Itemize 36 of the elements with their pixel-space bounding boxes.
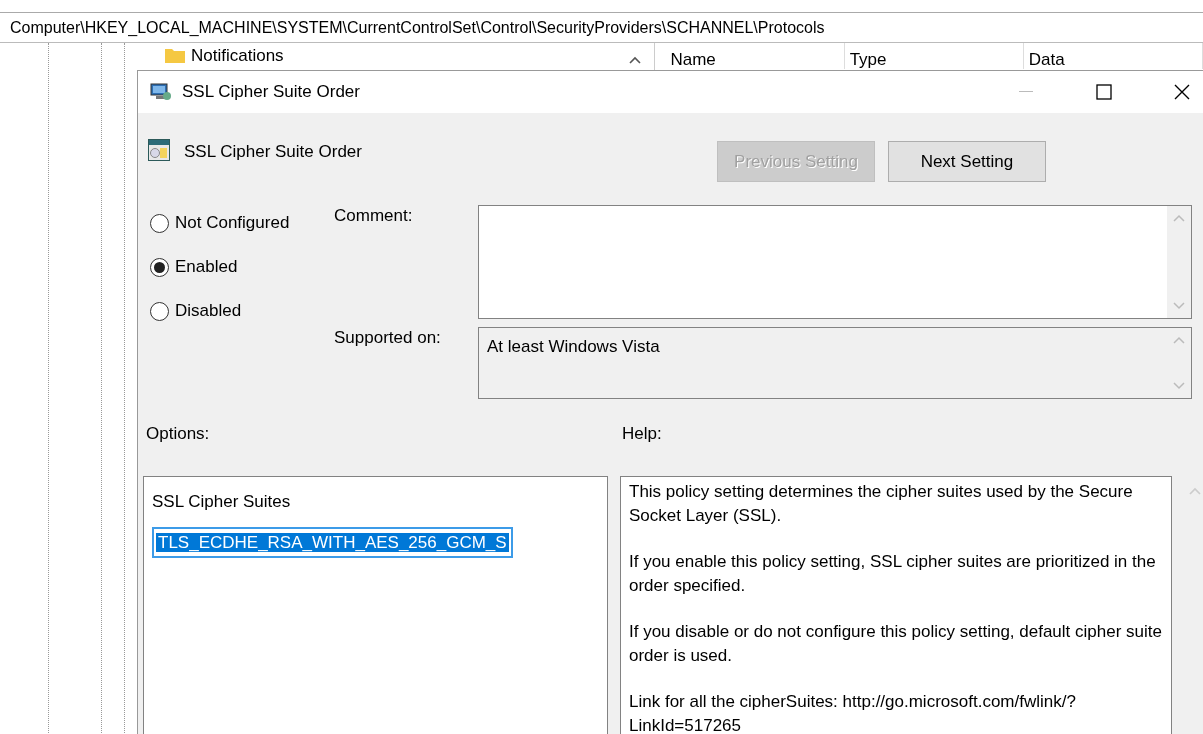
maximize-icon [1096,84,1112,100]
policy-setting-icon [148,139,170,161]
computer-icon [150,82,172,102]
help-paragraph: Link for all the cipherSuites: http://go.microsoft.com/fwlink/?LinkId=517265 [629,691,1077,734]
radio-button[interactable] [150,301,169,321]
help-paragraph: If you disable or do not configure this policy setting, default cipher suite order is used. [629,621,1163,667]
window-title: SSL Cipher Suite Order [182,81,361,104]
scroll-up-icon[interactable] [628,55,643,65]
supported-on-label: Supported on: [334,327,442,349]
radio-label[interactable]: Not Configured [175,210,290,236]
folder-icon [165,47,185,63]
supported-on-text: At least Windows Vista [486,336,661,358]
radio-label[interactable]: Disabled [175,298,242,324]
comment-scrollbar[interactable] [1167,206,1191,318]
radio-button[interactable] [150,213,169,233]
help-paragraph: If you enable this policy setting, SSL cipher suites are prioritized in the order specified. [629,551,1157,597]
radio-button[interactable] [150,257,169,277]
address-bar[interactable]: Computer\HKEY_LOCAL_MACHINE\SYSTEM\CurrentControlSet\Control\SecurityProviders\SCHANNEL\Protocols [0,13,1203,43]
options-label: Options: [146,423,211,445]
help-label: Help: [622,423,662,445]
column-header[interactable]: Data [1023,43,1203,69]
cipher-suite-field[interactable]: TLS_ECDHE_RSA_WITH_AES_256_GCM_S [152,526,513,558]
radio-label[interactable]: Enabled [175,254,238,280]
comment-field[interactable] [478,205,1192,319]
tree-item[interactable]: Notifications [191,47,284,65]
comment-label: Comment: [334,205,414,227]
scroll-down-icon[interactable] [1173,382,1185,390]
column-header[interactable]: Type [844,43,1024,69]
help-paragraph: This policy setting determines the cipher suites used by the Secure Socket Layer (SSL). [629,481,1134,527]
next-setting-button[interactable]: Next Setting [887,141,1046,182]
scroll-down-icon[interactable] [1173,302,1185,310]
column-header[interactable]: Name [665,43,845,69]
minimize-icon [1019,91,1033,93]
close-icon [1174,84,1190,100]
setting-title: SSL Cipher Suite Order [184,141,362,163]
field-label: SSL Cipher Suites [152,491,292,513]
